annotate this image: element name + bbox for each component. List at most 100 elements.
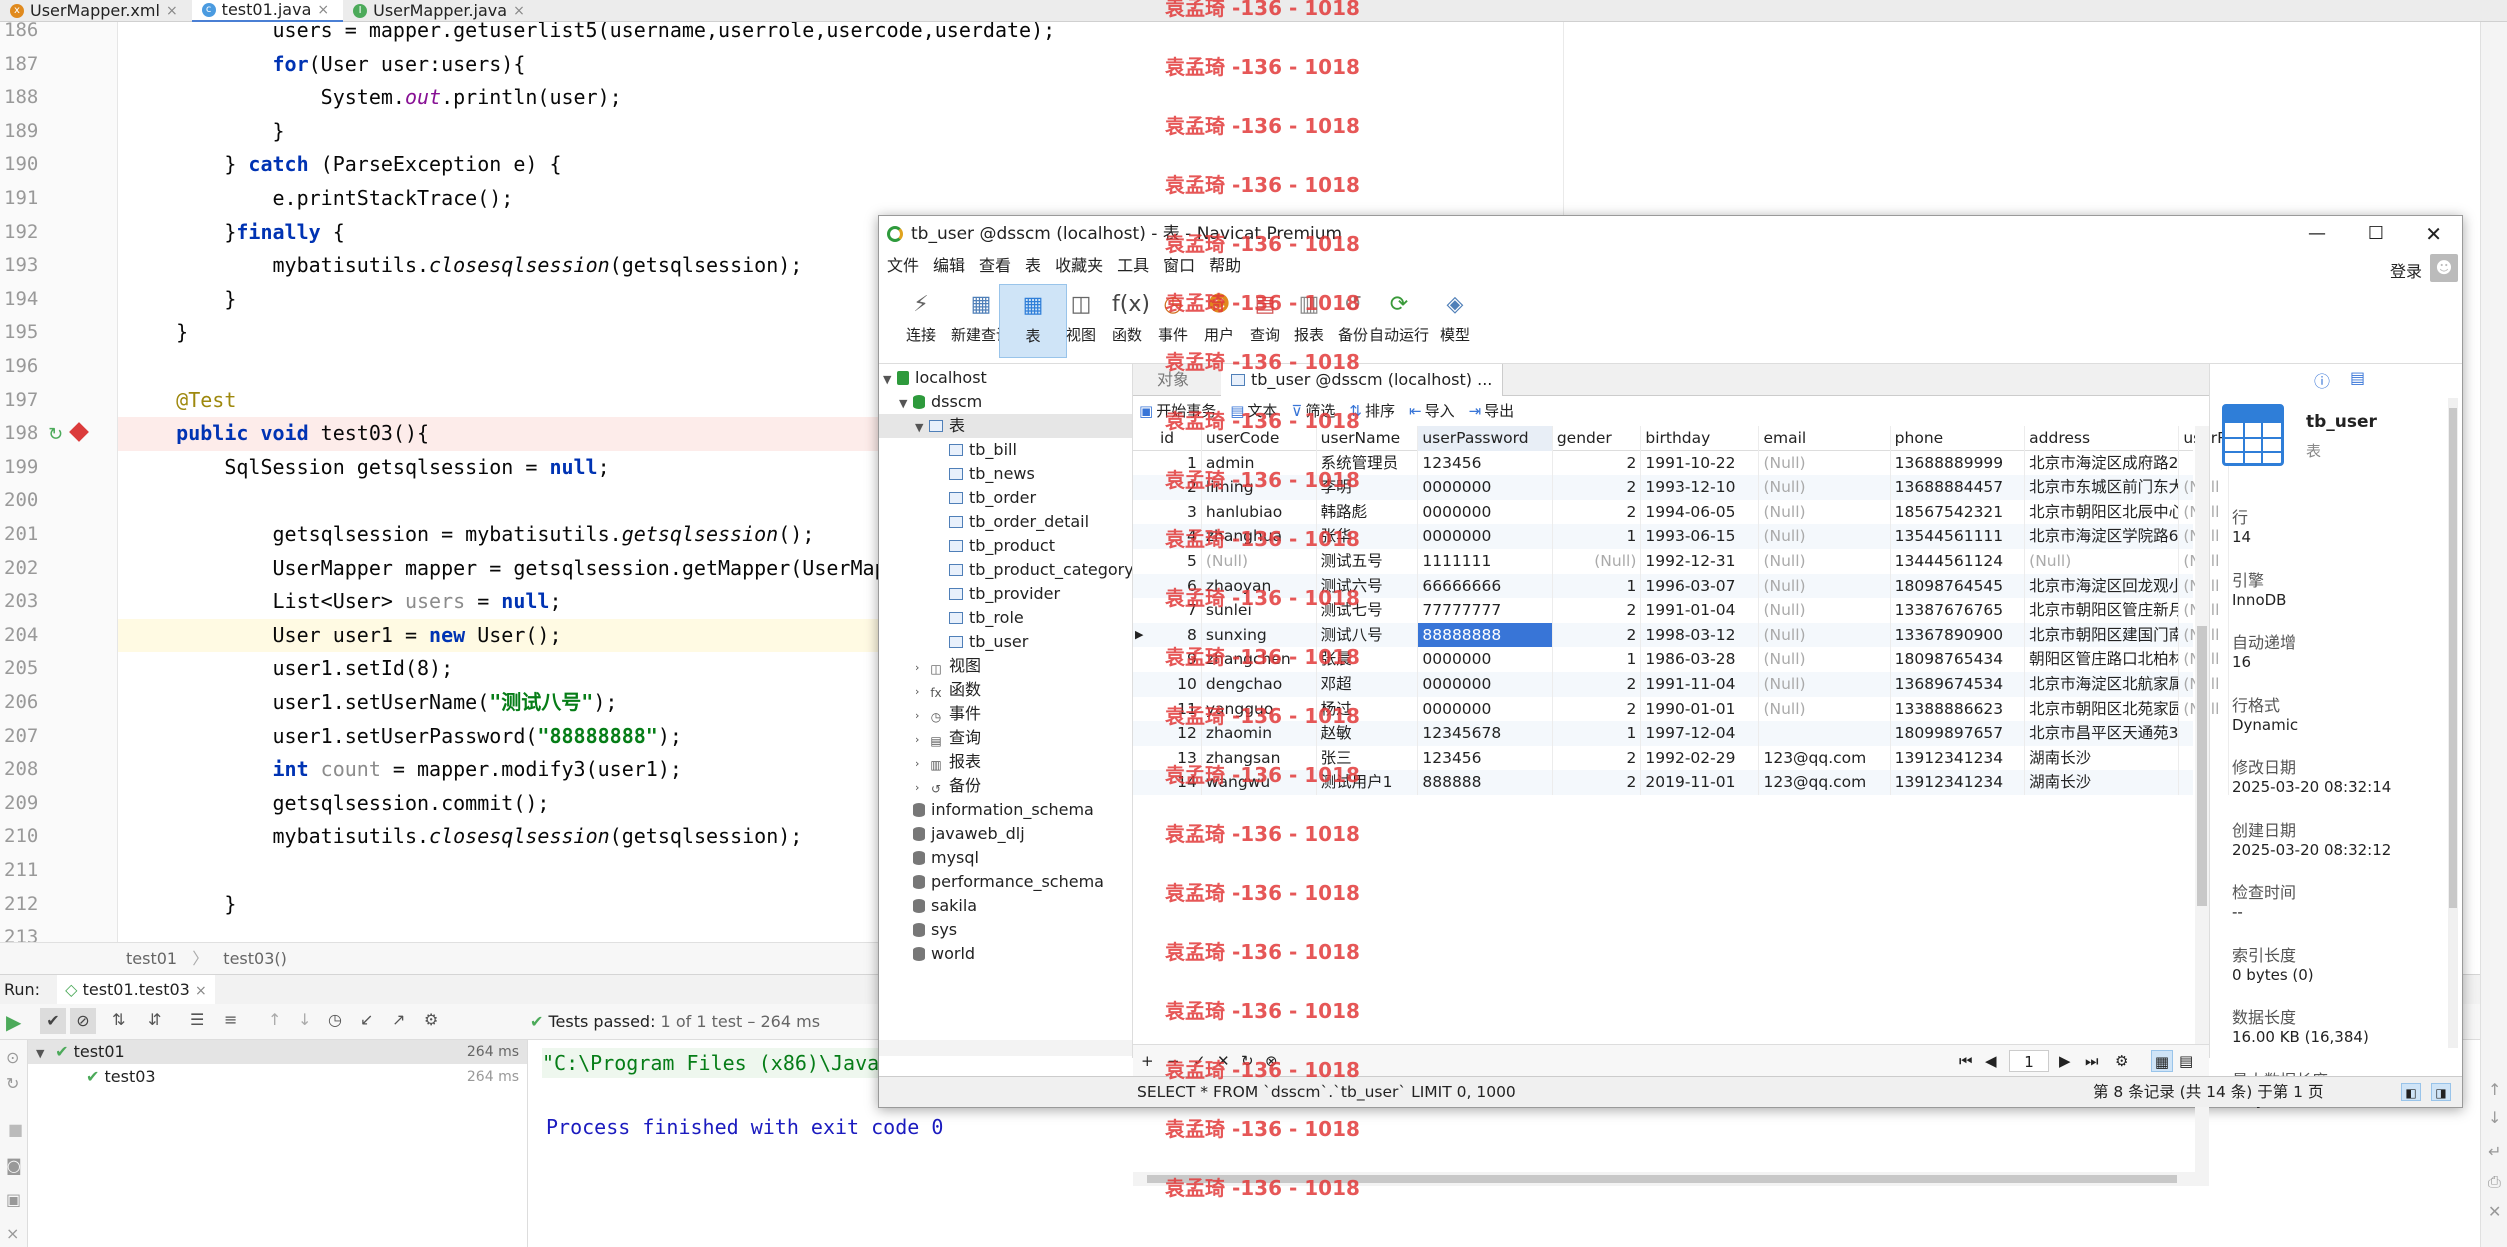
- table-cell[interactable]: 13: [1156, 745, 1202, 771]
- menu-item-3[interactable]: 表: [1025, 252, 1055, 280]
- table-cell[interactable]: wangwu: [1202, 770, 1317, 795]
- table-cell[interactable]: 赵敏: [1317, 721, 1419, 746]
- table-cell[interactable]: 测试八号: [1317, 622, 1419, 648]
- table-cell[interactable]: 北京市东城区前门东大: [2025, 475, 2180, 500]
- table-row[interactable]: 9 zhangchen 张晨 0000000 1 1986-03-28 (Null) 1809…: [1133, 647, 2229, 672]
- table-cell[interactable]: 77777777: [1418, 598, 1553, 623]
- run-test-icon[interactable]: ↻: [48, 424, 63, 445]
- tree-folder-5[interactable]: › ↺ 备份: [879, 774, 1132, 798]
- chevron-right-icon[interactable]: ›: [915, 704, 929, 728]
- tree-table-tb_product[interactable]: tb_product: [879, 534, 1132, 558]
- table-cell[interactable]: 18567542321: [1891, 499, 2026, 525]
- run-tab[interactable]: ◇ test01.test03 ×: [57, 975, 215, 1006]
- table-cell[interactable]: 1993-06-15: [1641, 524, 1760, 549]
- table-cell[interactable]: 2: [1553, 598, 1642, 623]
- print-icon[interactable]: ⎙: [2488, 1172, 2501, 1192]
- table-row[interactable]: 10 dengchao 邓超 0000000 2 1991-11-04 (Null) 1368…: [1133, 672, 2229, 697]
- tree-db-dsscm[interactable]: ▼ dsscm: [879, 390, 1132, 414]
- table-row[interactable]: 2 liming 李明 0000000 2 1993-12-10 (Null) 1368888…: [1133, 475, 2229, 500]
- table-cell[interactable]: 1998-03-12: [1641, 622, 1760, 648]
- column-header[interactable]: birthday: [1641, 426, 1760, 451]
- table-cell[interactable]: 66666666: [1418, 573, 1553, 599]
- table-cell[interactable]: admin: [1202, 450, 1317, 476]
- page-number-input[interactable]: 1: [2009, 1050, 2049, 1072]
- table-cell[interactable]: 韩路彪: [1317, 499, 1419, 525]
- table-cell[interactable]: 13688884457: [1891, 475, 2026, 500]
- table-cell[interactable]: 1996-03-07: [1641, 573, 1760, 599]
- table-cell[interactable]: 1991-01-04: [1641, 598, 1760, 623]
- tree-table-tb_news[interactable]: tb_news: [879, 462, 1132, 486]
- scrollbar-thumb[interactable]: [2449, 408, 2457, 908]
- tree-connection[interactable]: ▼ localhost: [879, 366, 1132, 390]
- camera-icon[interactable]: ◙: [6, 1156, 22, 1175]
- code-line[interactable]: } catch (ParseException e) {: [118, 148, 1563, 182]
- last-page-icon[interactable]: ⏭: [2085, 1045, 2099, 1077]
- table-cell[interactable]: 1: [1553, 721, 1642, 746]
- tree-hscrollbar[interactable]: [879, 1040, 1132, 1056]
- chevron-down-icon[interactable]: ▼: [915, 416, 929, 440]
- table-cell[interactable]: (Null): [1759, 647, 1891, 672]
- table-cell[interactable]: 北京市昌平区天通苑3: [2025, 721, 2180, 746]
- panel-view-icon[interactable]: ◨: [2431, 1083, 2451, 1101]
- column-header[interactable]: userName: [1317, 426, 1419, 451]
- split-view-icon[interactable]: ◧: [2401, 1083, 2421, 1101]
- rerun-icon[interactable]: ▶: [6, 1010, 21, 1034]
- table-row[interactable]: 12 zhaomin 赵敏 12345678 1 1997-12-04 1809989765…: [1133, 721, 2229, 746]
- table-row[interactable]: 7 sunlei 测试七号 77777777 2 1991-01-04 (Null) 1338…: [1133, 598, 2229, 623]
- layout-icon[interactable]: ▣: [6, 1190, 21, 1209]
- table-cell[interactable]: 北京市海淀区北航家属: [2025, 672, 2180, 697]
- table-cell[interactable]: 测试五号: [1317, 549, 1419, 574]
- table-cell[interactable]: 湖南长沙: [2025, 770, 2180, 795]
- export-tests-icon[interactable]: ↗: [392, 1010, 405, 1029]
- table-cell[interactable]: 1992-12-31: [1641, 549, 1760, 574]
- table-cell[interactable]: zhaoyan: [1202, 573, 1317, 599]
- tree-table-tb_provider[interactable]: tb_provider: [879, 582, 1132, 606]
- table-cell[interactable]: (Null): [1759, 524, 1891, 549]
- menu-item-0[interactable]: 文件: [887, 252, 933, 280]
- table-cell[interactable]: 11: [1156, 696, 1202, 722]
- table-cell[interactable]: 2: [1156, 475, 1202, 500]
- tree-table-tb_bill[interactable]: tb_bill: [879, 438, 1132, 462]
- tree-db-information_schema[interactable]: information_schema: [879, 798, 1132, 822]
- table-cell[interactable]: (Null): [1202, 549, 1317, 574]
- table-cell[interactable]: 1992-02-29: [1641, 745, 1760, 771]
- scrollbar-thumb[interactable]: [2197, 626, 2207, 906]
- table-cell[interactable]: dengchao: [1202, 672, 1317, 697]
- tab-objects[interactable]: 对象: [1157, 364, 1189, 396]
- tree-db-performance_schema[interactable]: performance_schema: [879, 870, 1132, 894]
- trash-icon[interactable]: ✕: [2488, 1202, 2501, 1221]
- table-cell[interactable]: 13912341234: [1891, 770, 2026, 795]
- table-cell[interactable]: 13387676765: [1891, 598, 2026, 623]
- import-tests-icon[interactable]: ↙: [360, 1010, 373, 1029]
- table-cell[interactable]: 13388886623: [1891, 696, 2026, 722]
- chevron-right-icon[interactable]: ›: [915, 752, 929, 776]
- tree-folder-2[interactable]: › ◷ 事件: [879, 702, 1132, 726]
- table-cell[interactable]: 0000000: [1418, 672, 1553, 697]
- stop-icon[interactable]: ■: [8, 1120, 23, 1139]
- table-cell[interactable]: (Null): [1759, 573, 1891, 599]
- table-cell[interactable]: 测试用户1: [1317, 770, 1419, 795]
- grid-tool-2[interactable]: ⊽ 筛选: [1291, 396, 1335, 426]
- minimize-icon[interactable]: —: [2308, 216, 2326, 252]
- table-row[interactable]: 3 hanlubiao 韩路彪 0000000 2 1994-06-05 (Null) 185…: [1133, 499, 2229, 525]
- test-node-method[interactable]: ✔ test03 264 ms: [28, 1065, 527, 1089]
- table-cell[interactable]: (Null): [1759, 450, 1891, 476]
- table-cell[interactable]: 2: [1553, 696, 1642, 722]
- table-cell[interactable]: 13544561111: [1891, 524, 2026, 549]
- code-line[interactable]: }: [118, 115, 1563, 149]
- table-cell[interactable]: 1993-12-10: [1641, 475, 1760, 500]
- table-cell[interactable]: zhanghua: [1202, 524, 1317, 549]
- stop-query-icon[interactable]: ⊗: [1265, 1045, 1278, 1077]
- chevron-down-icon[interactable]: ▼: [899, 392, 913, 416]
- grid-tool-4[interactable]: ⇤ 导入: [1409, 396, 1455, 426]
- table-row[interactable]: 13 zhangsan 张三 123456 2 1992-02-29 123@qq.com 1…: [1133, 745, 2229, 771]
- tree-folder-4[interactable]: › ▥ 报表: [879, 750, 1132, 774]
- refresh-icon[interactable]: ↻: [1241, 1045, 1254, 1077]
- grid-tool-0[interactable]: ▣ 开始事务: [1139, 396, 1216, 426]
- table-cell[interactable]: 2: [1553, 450, 1642, 476]
- delete-record-icon[interactable]: −: [1167, 1045, 1180, 1077]
- close-window-icon[interactable]: ✕: [2425, 216, 2442, 252]
- tree-table-tb_order_detail[interactable]: tb_order_detail: [879, 510, 1132, 534]
- table-cell[interactable]: 3: [1156, 499, 1202, 525]
- menu-item-5[interactable]: 工具: [1117, 252, 1163, 280]
